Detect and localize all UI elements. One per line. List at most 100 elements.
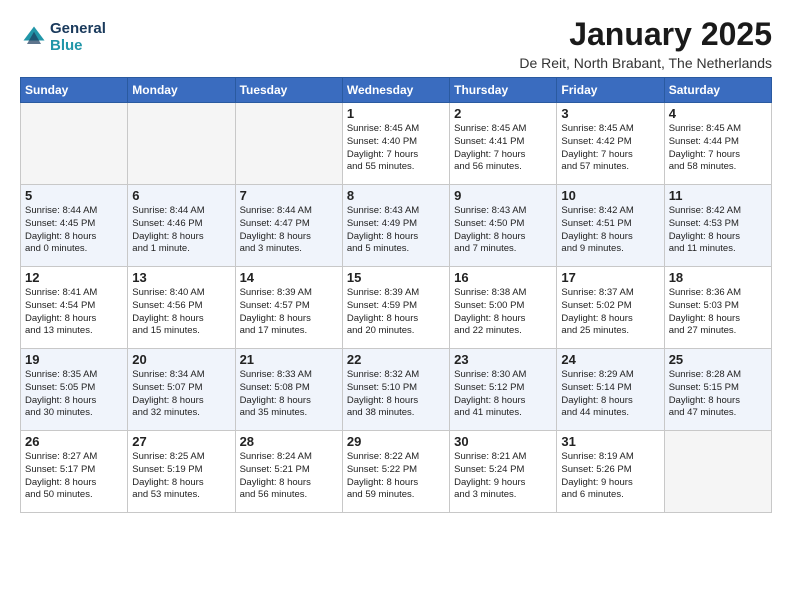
day-number: 30 <box>454 434 552 449</box>
day-number: 26 <box>25 434 123 449</box>
day-number: 11 <box>669 188 767 203</box>
calendar-table: SundayMondayTuesdayWednesdayThursdayFrid… <box>20 77 772 513</box>
day-number: 23 <box>454 352 552 367</box>
page: General Blue January 2025 De Reit, North… <box>0 0 792 523</box>
day-number: 5 <box>25 188 123 203</box>
day-info: Sunrise: 8:22 AM Sunset: 5:22 PM Dayligh… <box>347 451 445 502</box>
day-info: Sunrise: 8:45 AM Sunset: 4:41 PM Dayligh… <box>454 123 552 174</box>
day-info: Sunrise: 8:27 AM Sunset: 5:17 PM Dayligh… <box>25 451 123 502</box>
day-info: Sunrise: 8:35 AM Sunset: 5:05 PM Dayligh… <box>25 369 123 420</box>
calendar-cell: 4 Sunrise: 8:45 AM Sunset: 4:44 PM Daylig… <box>664 103 771 185</box>
calendar-week-row: 1Sunrise: 8:45 AM Sunset: 4:40 PM Daylig… <box>21 103 772 185</box>
day-info: Sunrise: 8:33 AM Sunset: 5:08 PM Dayligh… <box>240 369 338 420</box>
calendar-cell: 15 Sunrise: 8:39 AM Sunset: 4:59 PM Dayli… <box>342 267 449 349</box>
day-info: Sunrise: 8:42 AM Sunset: 4:53 PM Dayligh… <box>669 205 767 256</box>
day-info: Sunrise: 8:45 AM Sunset: 4:40 PM Dayligh… <box>347 123 445 174</box>
day-number: 10 <box>561 188 659 203</box>
day-number: 17 <box>561 270 659 285</box>
calendar-cell <box>21 103 128 185</box>
day-info: Sunrise: 8:39 AM Sunset: 4:57 PM Dayligh… <box>240 287 338 338</box>
logo: General Blue <box>20 20 106 54</box>
day-info: Sunrise: 8:28 AM Sunset: 5:15 PM Dayligh… <box>669 369 767 420</box>
header: General Blue January 2025 De Reit, North… <box>20 16 772 71</box>
calendar-cell: 26 Sunrise: 8:27 AM Sunset: 5:17 PM Dayli… <box>21 431 128 513</box>
day-number: 20 <box>132 352 230 367</box>
calendar-cell: 20 Sunrise: 8:34 AM Sunset: 5:07 PM Dayli… <box>128 349 235 431</box>
calendar-cell <box>235 103 342 185</box>
calendar-cell: 12 Sunrise: 8:41 AM Sunset: 4:54 PM Dayli… <box>21 267 128 349</box>
day-info: Sunrise: 8:40 AM Sunset: 4:56 PM Dayligh… <box>132 287 230 338</box>
calendar-cell: 9Sunrise: 8:43 AM Sunset: 4:50 PM Daylig… <box>450 185 557 267</box>
day-info: Sunrise: 8:25 AM Sunset: 5:19 PM Dayligh… <box>132 451 230 502</box>
day-number: 2 <box>454 106 552 121</box>
weekday-header-wednesday: Wednesday <box>342 78 449 103</box>
day-number: 13 <box>132 270 230 285</box>
calendar-cell: 10Sunrise: 8:42 AM Sunset: 4:51 PM Dayli… <box>557 185 664 267</box>
weekday-header-thursday: Thursday <box>450 78 557 103</box>
day-info: Sunrise: 8:37 AM Sunset: 5:02 PM Dayligh… <box>561 287 659 338</box>
calendar-cell: 19 Sunrise: 8:35 AM Sunset: 5:05 PM Dayli… <box>21 349 128 431</box>
calendar-cell: 13 Sunrise: 8:40 AM Sunset: 4:56 PM Dayli… <box>128 267 235 349</box>
calendar-cell: 2 Sunrise: 8:45 AM Sunset: 4:41 PM Daylig… <box>450 103 557 185</box>
calendar-cell: 28 Sunrise: 8:24 AM Sunset: 5:21 PM Dayli… <box>235 431 342 513</box>
calendar-cell: 3Sunrise: 8:45 AM Sunset: 4:42 PM Daylig… <box>557 103 664 185</box>
day-number: 25 <box>669 352 767 367</box>
day-number: 12 <box>25 270 123 285</box>
calendar-subtitle: De Reit, North Brabant, The Netherlands <box>519 55 772 71</box>
day-number: 24 <box>561 352 659 367</box>
calendar-cell: 24 Sunrise: 8:29 AM Sunset: 5:14 PM Dayli… <box>557 349 664 431</box>
calendar-week-row: 26 Sunrise: 8:27 AM Sunset: 5:17 PM Dayli… <box>21 431 772 513</box>
day-number: 27 <box>132 434 230 449</box>
day-number: 31 <box>561 434 659 449</box>
day-info: Sunrise: 8:38 AM Sunset: 5:00 PM Dayligh… <box>454 287 552 338</box>
day-number: 18 <box>669 270 767 285</box>
day-info: Sunrise: 8:32 AM Sunset: 5:10 PM Dayligh… <box>347 369 445 420</box>
calendar-cell: 7Sunrise: 8:44 AM Sunset: 4:47 PM Daylig… <box>235 185 342 267</box>
day-number: 16 <box>454 270 552 285</box>
weekday-header-saturday: Saturday <box>664 78 771 103</box>
day-info: Sunrise: 8:44 AM Sunset: 4:46 PM Dayligh… <box>132 205 230 256</box>
day-info: Sunrise: 8:24 AM Sunset: 5:21 PM Dayligh… <box>240 451 338 502</box>
day-info: Sunrise: 8:30 AM Sunset: 5:12 PM Dayligh… <box>454 369 552 420</box>
day-number: 8 <box>347 188 445 203</box>
day-number: 22 <box>347 352 445 367</box>
calendar-cell: 1Sunrise: 8:45 AM Sunset: 4:40 PM Daylig… <box>342 103 449 185</box>
day-number: 6 <box>132 188 230 203</box>
day-info: Sunrise: 8:45 AM Sunset: 4:44 PM Dayligh… <box>669 123 767 174</box>
day-info: Sunrise: 8:34 AM Sunset: 5:07 PM Dayligh… <box>132 369 230 420</box>
day-info: Sunrise: 8:44 AM Sunset: 4:47 PM Dayligh… <box>240 205 338 256</box>
weekday-header-row: SundayMondayTuesdayWednesdayThursdayFrid… <box>21 78 772 103</box>
weekday-header-friday: Friday <box>557 78 664 103</box>
day-number: 4 <box>669 106 767 121</box>
day-info: Sunrise: 8:21 AM Sunset: 5:24 PM Dayligh… <box>454 451 552 502</box>
calendar-cell <box>664 431 771 513</box>
title-block: January 2025 De Reit, North Brabant, The… <box>519 16 772 71</box>
day-info: Sunrise: 8:19 AM Sunset: 5:26 PM Dayligh… <box>561 451 659 502</box>
calendar-week-row: 5Sunrise: 8:44 AM Sunset: 4:45 PM Daylig… <box>21 185 772 267</box>
calendar-cell: 5Sunrise: 8:44 AM Sunset: 4:45 PM Daylig… <box>21 185 128 267</box>
day-number: 29 <box>347 434 445 449</box>
calendar-cell: 27 Sunrise: 8:25 AM Sunset: 5:19 PM Dayli… <box>128 431 235 513</box>
day-info: Sunrise: 8:45 AM Sunset: 4:42 PM Dayligh… <box>561 123 659 174</box>
calendar-cell <box>128 103 235 185</box>
day-info: Sunrise: 8:29 AM Sunset: 5:14 PM Dayligh… <box>561 369 659 420</box>
calendar-cell: 29 Sunrise: 8:22 AM Sunset: 5:22 PM Dayli… <box>342 431 449 513</box>
weekday-header-tuesday: Tuesday <box>235 78 342 103</box>
calendar-cell: 11 Sunrise: 8:42 AM Sunset: 4:53 PM Dayli… <box>664 185 771 267</box>
calendar-cell: 23 Sunrise: 8:30 AM Sunset: 5:12 PM Dayli… <box>450 349 557 431</box>
day-number: 21 <box>240 352 338 367</box>
day-number: 28 <box>240 434 338 449</box>
calendar-cell: 6 Sunrise: 8:44 AM Sunset: 4:46 PM Daylig… <box>128 185 235 267</box>
logo-text: General Blue <box>50 20 106 54</box>
day-info: Sunrise: 8:41 AM Sunset: 4:54 PM Dayligh… <box>25 287 123 338</box>
day-number: 19 <box>25 352 123 367</box>
calendar-week-row: 12 Sunrise: 8:41 AM Sunset: 4:54 PM Dayli… <box>21 267 772 349</box>
calendar-week-row: 19 Sunrise: 8:35 AM Sunset: 5:05 PM Dayli… <box>21 349 772 431</box>
calendar-cell: 16 Sunrise: 8:38 AM Sunset: 5:00 PM Dayli… <box>450 267 557 349</box>
day-info: Sunrise: 8:39 AM Sunset: 4:59 PM Dayligh… <box>347 287 445 338</box>
day-info: Sunrise: 8:43 AM Sunset: 4:50 PM Dayligh… <box>454 205 552 256</box>
calendar-cell: 22 Sunrise: 8:32 AM Sunset: 5:10 PM Dayli… <box>342 349 449 431</box>
calendar-cell: 25 Sunrise: 8:28 AM Sunset: 5:15 PM Dayli… <box>664 349 771 431</box>
calendar-cell: 17 Sunrise: 8:37 AM Sunset: 5:02 PM Dayli… <box>557 267 664 349</box>
day-number: 15 <box>347 270 445 285</box>
